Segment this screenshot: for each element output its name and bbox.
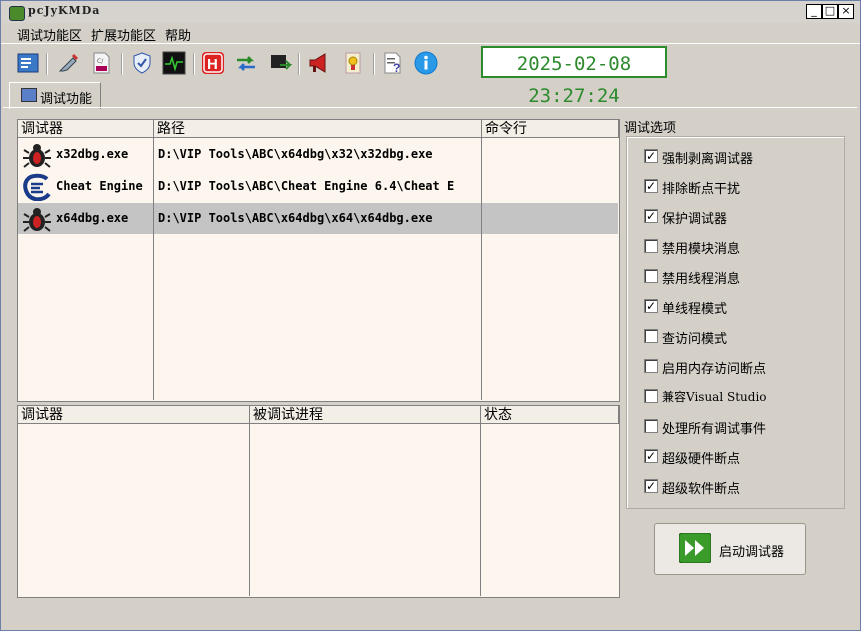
- checkbox-force-detach[interactable]: ✓: [644, 149, 658, 163]
- option-protect-debugger[interactable]: ✓ 保护调试器: [644, 206, 844, 227]
- debugger-name: x64dbg.exe: [56, 211, 129, 225]
- option-force-detach[interactable]: ✓ 强制剥离调试器: [644, 146, 844, 167]
- close-button[interactable]: ×: [838, 4, 854, 19]
- options-group-label: 调试选项: [624, 121, 677, 136]
- checkbox-single-thread[interactable]: ✓: [644, 299, 658, 313]
- menu-extend[interactable]: 扩展功能区: [91, 25, 156, 44]
- cheat-engine-icon: [23, 173, 51, 201]
- option-exclude-bp-interference[interactable]: ✓ 排除断点干扰: [644, 176, 844, 197]
- menu-debug[interactable]: 调试功能区: [17, 25, 82, 44]
- option-label: 启用内存访问断点: [662, 362, 767, 377]
- debugger-path: D:\VIP Tools\ABC\x64dbg\x32\x32dbg.exe: [158, 147, 433, 161]
- checkbox-exclude-bp-interference[interactable]: ✓: [644, 179, 658, 193]
- option-single-thread[interactable]: ✓ 单线程模式: [644, 296, 844, 317]
- option-label: 禁用线程消息: [662, 272, 741, 287]
- info-icon[interactable]: [414, 51, 438, 75]
- option-label: 保护调试器: [662, 212, 728, 227]
- option-super-hw-bp[interactable]: ✓ 超级硬件断点: [644, 446, 844, 467]
- column-header-debuggee[interactable]: 被调试进程: [250, 406, 481, 424]
- option-memory-bp[interactable]: 启用内存访问断点: [644, 356, 844, 377]
- debugger-cmdline: [486, 171, 616, 202]
- checkbox-access-check[interactable]: [644, 329, 658, 343]
- option-label: 超级硬件断点: [662, 452, 741, 467]
- menu-bar: 调试功能区 扩展功能区 帮助: [1, 23, 860, 44]
- column-header-status[interactable]: 状态: [481, 406, 619, 424]
- option-disable-module-msg[interactable]: 禁用模块消息: [644, 236, 844, 257]
- process-list[interactable]: 调试器 被调试进程 状态: [17, 405, 620, 598]
- option-vs-compat[interactable]: 兼容Visual Studio: [644, 386, 844, 406]
- debugger-list[interactable]: 调试器 路径 命令行 x32dbg.exe D:\VIP Tools\ABC\x…: [17, 119, 620, 402]
- debugger-path: D:\VIP Tools\ABC\x64dbg\x64\x64dbg.exe: [158, 211, 433, 225]
- tab-config-icon: [21, 88, 37, 102]
- title-bar[interactable]: pcJyKMDa _ □ ×: [1, 1, 860, 23]
- start-button-label: 启动调试器: [719, 545, 785, 560]
- clock-display: 2025-02-08 23:27:24: [481, 46, 667, 107]
- fast-forward-icon: [679, 533, 711, 563]
- svg-text:H: H: [207, 56, 218, 73]
- option-label: 兼容Visual Studio: [662, 390, 767, 404]
- option-access-check[interactable]: 查访问模式: [644, 326, 844, 347]
- minimize-button[interactable]: _: [806, 4, 822, 19]
- option-all-debug-events[interactable]: 处理所有调试事件: [644, 416, 844, 437]
- monitor-icon[interactable]: [162, 51, 186, 75]
- start-debugger-button[interactable]: 启动调试器: [654, 523, 806, 575]
- column-header-debugger[interactable]: 调试器: [18, 120, 154, 138]
- speaker-icon[interactable]: [307, 51, 331, 75]
- config-icon[interactable]: [16, 51, 40, 75]
- hook-icon[interactable]: H: [201, 51, 225, 75]
- bug-icon: [23, 144, 51, 168]
- checkbox-memory-bp[interactable]: [644, 359, 658, 373]
- debugger-path: D:\VIP Tools\ABC\Cheat Engine 6.4\Cheat …: [158, 179, 455, 193]
- checkbox-all-debug-events[interactable]: [644, 419, 658, 433]
- option-disable-thread-msg[interactable]: 禁用线程消息: [644, 266, 844, 287]
- list-item-debugger[interactable]: x32dbg.exe D:\VIP Tools\ABC\x64dbg\x32\x…: [18, 139, 618, 170]
- option-label: 强制剥离调试器: [662, 152, 754, 167]
- app-icon: [9, 6, 25, 21]
- option-label: 单线程模式: [662, 302, 728, 317]
- option-label: 排除断点干扰: [662, 182, 741, 197]
- main-window: pcJyKMDa _ □ × 调试功能区 扩展功能区 帮助 C/ H ? 202…: [0, 0, 861, 631]
- window-title: pcJyKMDa: [28, 4, 101, 17]
- svg-text:C/: C/: [97, 58, 104, 65]
- checkbox-super-hw-bp[interactable]: ✓: [644, 449, 658, 463]
- option-label: 查访问模式: [662, 332, 728, 347]
- tab-label: 调试功能: [40, 92, 93, 107]
- checkbox-vs-compat[interactable]: [644, 389, 658, 403]
- option-label: 禁用模块消息: [662, 242, 741, 257]
- option-label: 超级软件断点: [662, 482, 741, 497]
- maximize-button[interactable]: □: [822, 4, 838, 19]
- column-header-debugger[interactable]: 调试器: [18, 406, 250, 424]
- option-label: 处理所有调试事件: [662, 422, 767, 437]
- bug-icon: [23, 208, 51, 232]
- shield-icon[interactable]: [130, 51, 154, 75]
- svg-text:?: ?: [393, 61, 400, 75]
- debugger-cmdline: [486, 203, 616, 234]
- tab-debug-functions[interactable]: 调试功能: [9, 82, 101, 109]
- exchange-icon[interactable]: [234, 51, 258, 75]
- bookmark-icon[interactable]: [341, 51, 365, 75]
- column-header-cmdline[interactable]: 命令行: [482, 120, 619, 138]
- debugger-name: x32dbg.exe: [56, 147, 129, 161]
- debugger-name: Cheat Engine: [56, 179, 143, 193]
- plugin-icon[interactable]: [268, 51, 292, 75]
- checkbox-disable-module-msg[interactable]: [644, 239, 658, 253]
- list-item-debugger[interactable]: Cheat Engine D:\VIP Tools\ABC\Cheat Engi…: [18, 171, 618, 202]
- checkbox-protect-debugger[interactable]: ✓: [644, 209, 658, 223]
- help-doc-icon[interactable]: ?: [381, 51, 405, 75]
- menu-help[interactable]: 帮助: [165, 25, 191, 44]
- debugger-cmdline: [486, 139, 616, 170]
- syringe-icon[interactable]: [56, 51, 80, 75]
- option-super-sw-bp[interactable]: ✓ 超级软件断点: [644, 476, 844, 497]
- column-header-path[interactable]: 路径: [154, 120, 482, 138]
- checkbox-super-sw-bp[interactable]: ✓: [644, 479, 658, 493]
- checkbox-disable-thread-msg[interactable]: [644, 269, 658, 283]
- cfg-file-icon[interactable]: C/: [89, 51, 113, 75]
- list-item-debugger-selected[interactable]: x64dbg.exe D:\VIP Tools\ABC\x64dbg\x64\x…: [18, 203, 618, 234]
